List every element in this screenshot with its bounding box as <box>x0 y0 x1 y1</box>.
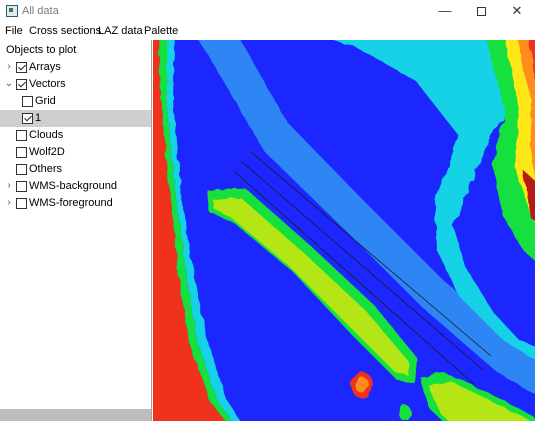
objects-panel: Objects to plot › Arrays ⌄ Vectors Grid 1 Clou… <box>0 40 152 421</box>
panel-scrollbar[interactable] <box>0 409 151 421</box>
checkbox[interactable] <box>16 164 27 175</box>
maximize-icon <box>476 7 486 17</box>
tree-item-clouds[interactable]: Clouds <box>0 127 151 144</box>
tree-item-wolf2d[interactable]: Wolf2D <box>0 144 151 161</box>
checkbox[interactable] <box>16 79 27 90</box>
terrain-patch-orange <box>355 377 369 393</box>
tree-item-1[interactable]: 1 <box>0 110 151 127</box>
chevron-right-icon[interactable]: › <box>4 197 14 209</box>
checkbox[interactable] <box>16 181 27 192</box>
raster-map[interactable] <box>153 40 535 421</box>
menu-palette[interactable]: Palette <box>144 25 178 37</box>
minimize-button[interactable]: — <box>427 0 463 24</box>
app-icon <box>6 5 18 17</box>
tree-item-label: Others <box>29 163 63 175</box>
tree-item-label: Clouds <box>29 129 64 141</box>
tree-item-grid[interactable]: Grid <box>0 93 151 110</box>
tree-item-label: 1 <box>35 112 42 124</box>
chevron-right-icon[interactable]: › <box>4 180 14 192</box>
checkbox[interactable] <box>16 130 27 141</box>
minimize-icon: — <box>438 3 452 18</box>
tree-item-others[interactable]: Others <box>0 161 151 178</box>
close-button[interactable]: ✕ <box>499 0 535 24</box>
checkbox[interactable] <box>22 96 33 107</box>
tree-item-wms-background[interactable]: › WMS-background <box>0 178 151 195</box>
tree-item-label: Arrays <box>29 61 61 73</box>
tree-item-label: Vectors <box>29 78 66 90</box>
chevron-right-icon[interactable]: › <box>4 61 14 73</box>
panel-title: Objects to plot <box>6 44 77 56</box>
menu-bar: File Cross sections LAZ data Palette <box>0 24 535 40</box>
menu-laz-data[interactable]: LAZ data <box>98 25 143 37</box>
checkbox[interactable] <box>22 113 33 124</box>
chevron-down-icon[interactable]: ⌄ <box>4 78 14 90</box>
map-view[interactable] <box>153 40 535 421</box>
menu-file[interactable]: File <box>5 25 23 37</box>
tree-item-label: Grid <box>35 95 56 107</box>
checkbox[interactable] <box>16 198 27 209</box>
maximize-button[interactable] <box>463 0 499 24</box>
checkbox[interactable] <box>16 62 27 73</box>
tree-item-label: WMS-foreground <box>29 197 113 209</box>
window-title: All data <box>22 5 59 17</box>
checkbox[interactable] <box>16 147 27 158</box>
tree-item-label: WMS-background <box>29 180 118 192</box>
close-icon: ✕ <box>511 3 523 18</box>
tree-item-arrays[interactable]: › Arrays <box>0 59 151 76</box>
tree-item-label: Wolf2D <box>29 146 65 158</box>
tree-item-vectors[interactable]: ⌄ Vectors <box>0 76 151 93</box>
tree-item-wms-foreground[interactable]: › WMS-foreground <box>0 195 151 212</box>
terrain-patch-green <box>399 405 411 421</box>
menu-cross-sections[interactable]: Cross sections <box>29 25 101 37</box>
title-bar: All data — ✕ <box>0 0 535 24</box>
